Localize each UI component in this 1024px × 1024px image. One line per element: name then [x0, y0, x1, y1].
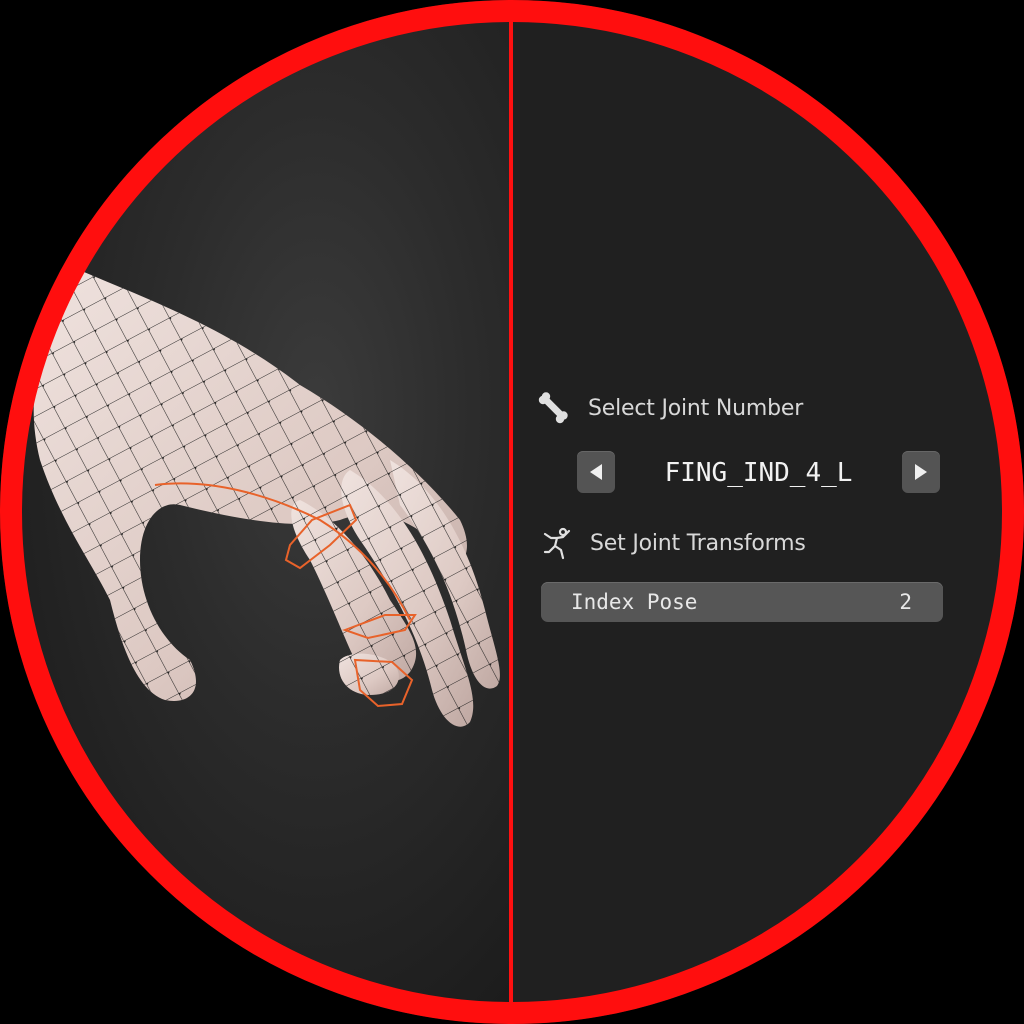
pose-figure-icon [541, 526, 575, 560]
next-joint-button[interactable] [902, 451, 940, 493]
index-pose-label: Index Pose [571, 590, 698, 614]
magnifier: Select Joint Number FING_IND_4_L Set Joi… [0, 0, 1024, 1024]
triangle-right-icon [915, 464, 927, 480]
set-transforms-header: Set Joint Transforms [541, 526, 806, 560]
3d-viewport[interactable] [0, 0, 510, 1024]
bone-icon [536, 391, 570, 425]
triangle-left-icon [590, 464, 602, 480]
select-joint-title: Select Joint Number [588, 395, 804, 421]
index-pose-field[interactable]: Index Pose 2 [541, 582, 943, 622]
previous-joint-button[interactable] [577, 451, 615, 493]
joint-tools-panel [513, 0, 1024, 1024]
magnifier-lens: Select Joint Number FING_IND_4_L Set Joi… [0, 0, 1024, 1024]
index-pose-value: 2 [899, 590, 912, 614]
select-joint-header: Select Joint Number [536, 391, 803, 425]
hand-mesh [33, 272, 500, 727]
joint-name-display: FING_IND_4_L [664, 458, 853, 488]
set-transforms-title: Set Joint Transforms [590, 530, 806, 556]
